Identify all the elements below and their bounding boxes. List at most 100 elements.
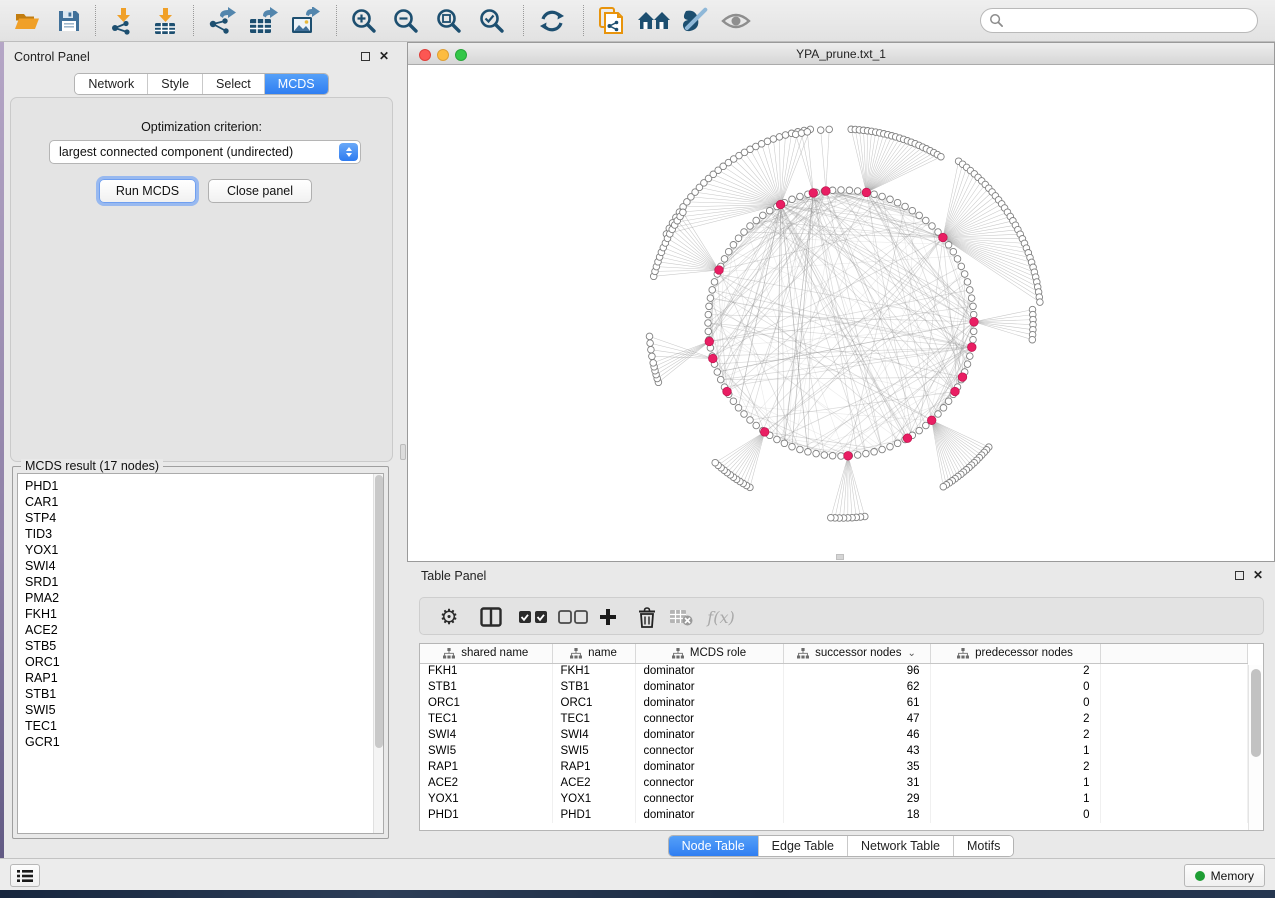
mcds-result-item[interactable]: ORC1 [25,654,383,670]
select-all-columns-icon[interactable] [516,602,550,632]
show-graphics-details-icon[interactable] [721,6,751,36]
new-network-from-selection-icon[interactable] [596,6,626,36]
hide-graphics-details-icon[interactable] [679,6,709,36]
tab-style[interactable]: Style [147,74,202,94]
mcds-panel: Optimization criterion: largest connecte… [10,97,393,462]
table-row[interactable]: RAP1RAP1dominator352 [420,759,1248,775]
table-toolbar: ⚙ f(x) [419,597,1264,635]
memory-label: Memory [1211,869,1254,883]
mcds-result-item[interactable]: TEC1 [25,718,383,734]
mcds-result-item[interactable]: PMA2 [25,590,383,606]
import-table-icon[interactable] [150,6,180,36]
table-panel-title: Table Panel [421,569,486,583]
search-icon [989,13,1004,28]
toolbar-separator [523,5,524,36]
criterion-select[interactable]: largest connected component (undirected) [49,140,361,164]
search-input[interactable] [1004,14,1257,28]
zoom-in-icon[interactable] [349,6,379,36]
close-panel-icon[interactable]: ✕ [379,51,389,61]
mcds-result-list[interactable]: PHD1CAR1STP4TID3YOX1SWI4SRD1PMA2FKH1ACE2… [17,473,384,834]
mcds-result-item[interactable]: STP4 [25,510,383,526]
mcds-result-item[interactable]: SWI4 [25,558,383,574]
table-row[interactable]: FKH1FKH1dominator962 [420,663,1248,679]
tab-mcds[interactable]: MCDS [264,74,328,94]
close-panel-icon[interactable]: ✕ [1253,570,1263,580]
close-panel-button[interactable]: Close panel [208,179,312,203]
network-canvas[interactable] [408,65,1274,561]
list-icon [16,869,34,883]
status-bar: Memory [0,858,1275,890]
import-network-icon[interactable] [108,6,138,36]
criterion-value: largest connected component (undirected) [59,145,293,159]
mcds-result-item[interactable]: TID3 [25,526,383,542]
mcds-result-item[interactable]: PHD1 [25,478,383,494]
mcds-result-item[interactable]: SRD1 [25,574,383,590]
tab-network[interactable]: Network [75,74,147,94]
desktop-wallpaper-edge [0,890,1275,898]
toolbar-separator [95,5,96,36]
mcds-result-item[interactable]: SWI5 [25,702,383,718]
table-row[interactable]: ORC1ORC1dominator610 [420,695,1248,711]
zoom-fit-icon[interactable] [434,6,464,36]
mcds-result-item[interactable]: CAR1 [25,494,383,510]
search-field[interactable] [980,8,1258,33]
export-table-icon[interactable] [248,6,278,36]
tab-motifs[interactable]: Motifs [953,836,1013,856]
column-header-MCDS-role[interactable]: MCDS role [635,644,783,663]
tab-edge-table[interactable]: Edge Table [758,836,847,856]
deselect-all-columns-icon[interactable] [556,602,590,632]
network-graph[interactable] [408,65,1274,561]
task-history-button[interactable] [10,864,40,887]
zoom-selected-icon[interactable] [477,6,507,36]
toolbar-separator [583,5,584,36]
table-panel: Table Panel ✕ ⚙ f(x) [407,563,1275,858]
zoom-out-icon[interactable] [391,6,421,36]
tab-select[interactable]: Select [202,74,264,94]
delete-table-icon-disabled [666,602,696,632]
export-image-icon[interactable] [290,6,320,36]
column-header-shared-name[interactable]: shared name [420,644,552,663]
mcds-result-item[interactable]: FKH1 [25,606,383,622]
float-panel-icon[interactable] [1235,571,1244,580]
table-settings-gear-icon[interactable]: ⚙ [434,602,464,632]
table-scrollbar[interactable] [1248,665,1262,831]
open-session-icon[interactable] [12,6,42,36]
table-row[interactable]: STB1STB1dominator620 [420,679,1248,695]
table-row[interactable]: SWI4SWI4dominator462 [420,727,1248,743]
vertical-splitter[interactable] [399,42,407,858]
control-panel-title: Control Panel [14,50,90,64]
network-window-title: YPA_prune.txt_1 [408,47,1274,61]
mcds-result-item[interactable]: STB5 [25,638,383,654]
mcds-result-item[interactable]: STB1 [25,686,383,702]
first-neighbors-icon[interactable] [636,6,672,36]
run-mcds-button[interactable]: Run MCDS [99,179,196,203]
delete-column-icon[interactable] [632,602,662,632]
network-window-titlebar[interactable]: YPA_prune.txt_1 [408,43,1274,65]
table-row[interactable]: TEC1TEC1connector472 [420,711,1248,727]
column-header-predecessor-nodes[interactable]: predecessor nodes [930,644,1100,663]
tab-network-table[interactable]: Network Table [847,836,953,856]
function-builder-icon-disabled: f(x) [703,602,739,632]
table-row[interactable]: ACE2ACE2connector311 [420,775,1248,791]
float-panel-icon[interactable] [361,52,370,61]
splitter-grip[interactable] [400,444,406,460]
column-header-name[interactable]: name [552,644,635,663]
apply-layout-icon[interactable] [537,6,567,36]
table-row[interactable]: SWI5SWI5connector431 [420,743,1248,759]
mcds-result-item[interactable]: RAP1 [25,670,383,686]
column-header-successor-nodes[interactable]: successor nodes⌄ [783,644,930,663]
export-network-icon[interactable] [206,6,236,36]
mcds-result-item[interactable]: ACE2 [25,622,383,638]
mcds-result-item[interactable]: YOX1 [25,542,383,558]
node-table[interactable]: shared namenameMCDS rolesuccessor nodes⌄… [419,643,1264,831]
table-row[interactable]: PHD1PHD1dominator180 [420,807,1248,823]
canvas-scrollbar-grip[interactable] [836,554,844,560]
show-columns-icon[interactable] [476,602,506,632]
mcds-result-item[interactable]: GCR1 [25,734,383,750]
table-row[interactable]: YOX1YOX1connector291 [420,791,1248,807]
save-session-icon[interactable] [54,6,84,36]
tab-node-table[interactable]: Node Table [669,836,758,856]
mcds-list-scrollbar[interactable] [373,474,383,833]
memory-button[interactable]: Memory [1184,864,1265,887]
create-column-icon[interactable] [593,602,623,632]
